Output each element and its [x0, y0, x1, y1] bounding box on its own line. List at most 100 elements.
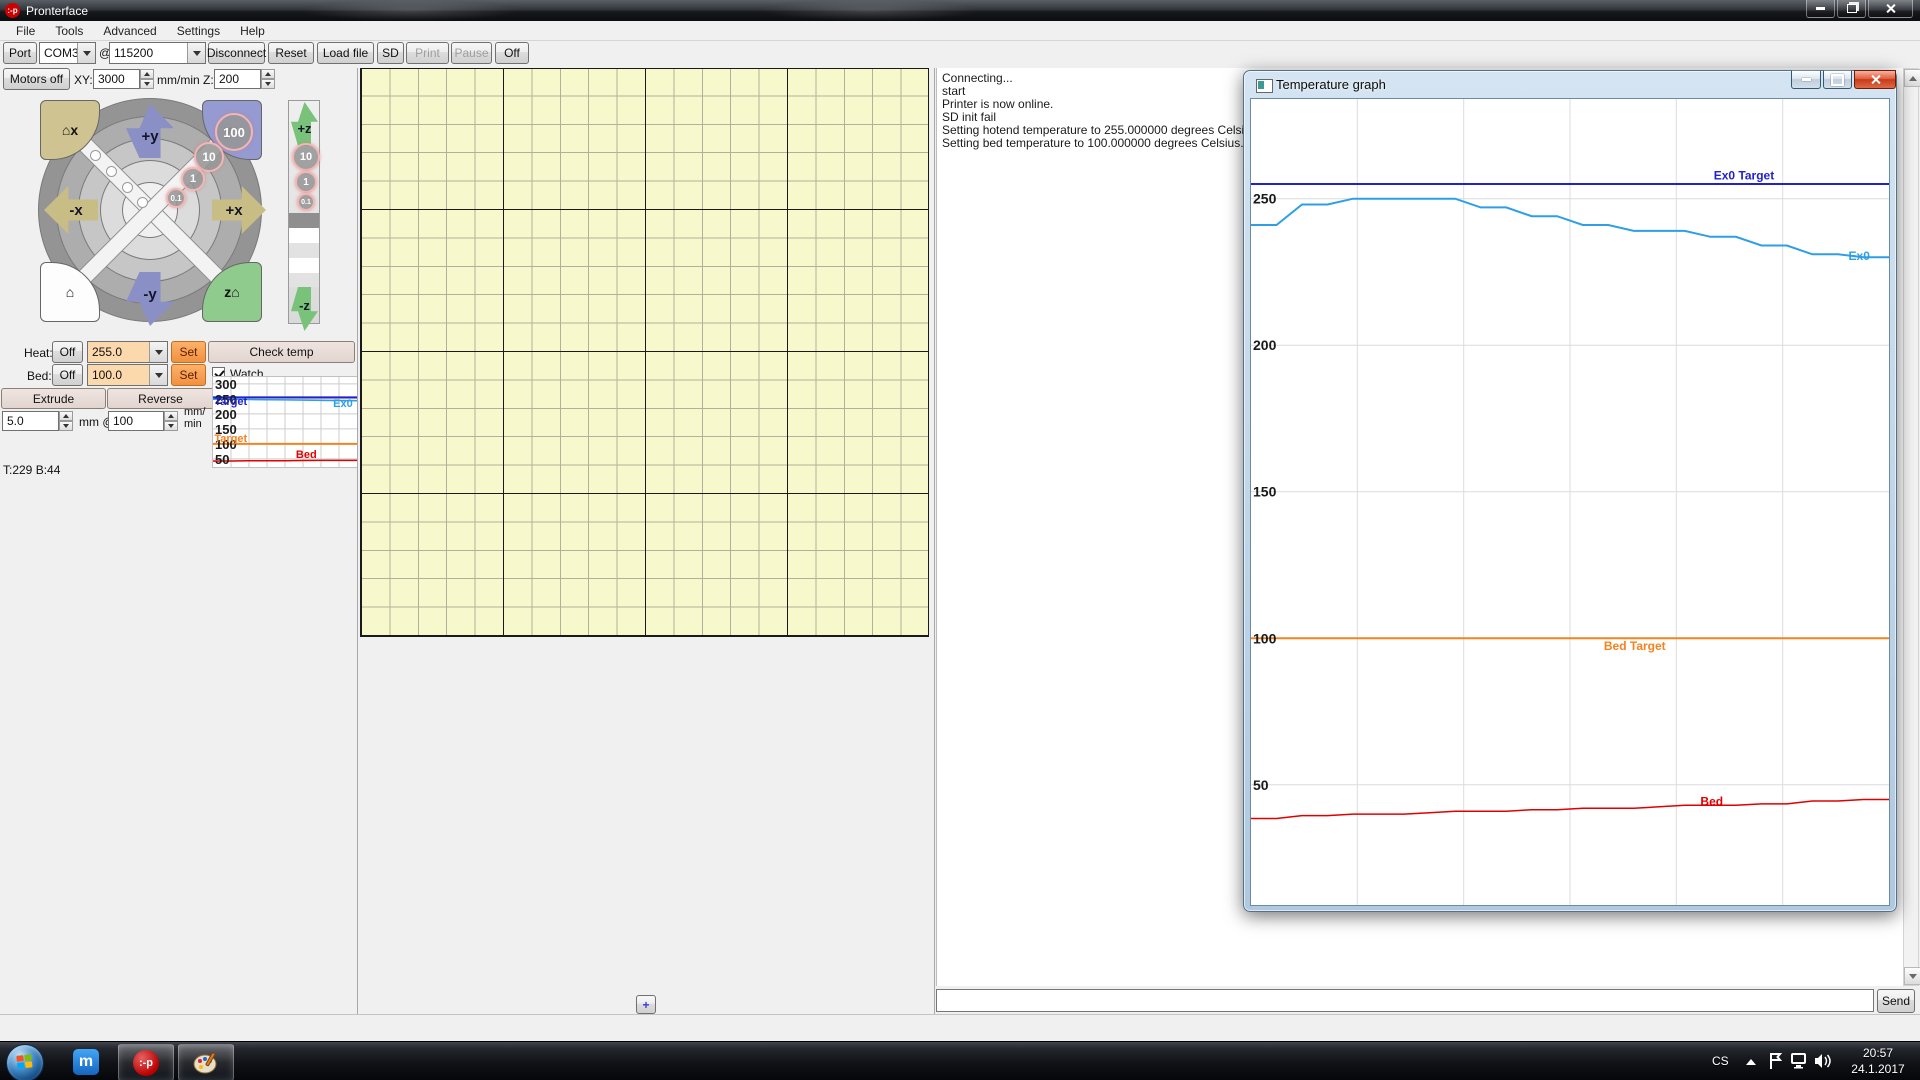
close-icon	[1870, 74, 1881, 85]
show-hidden-icons-icon[interactable]	[1746, 1059, 1756, 1065]
language-indicator[interactable]: CS	[1712, 1054, 1729, 1068]
menu-help[interactable]: Help	[230, 22, 275, 40]
graph-close-button[interactable]	[1854, 70, 1896, 89]
taskbar-paint-button[interactable]	[178, 1044, 234, 1080]
pause-button: Pause	[451, 42, 492, 64]
z-step-01[interactable]: 0.1	[297, 193, 315, 211]
reset-button[interactable]: Reset	[268, 42, 314, 64]
z-step-row[interactable]	[289, 228, 319, 243]
network-icon[interactable]	[1790, 1053, 1810, 1069]
heat-temp-select[interactable]: 255.0	[87, 341, 168, 363]
window-titlebar[interactable]: :-p Pronterface	[0, 0, 1920, 21]
z-feedrate-input[interactable]: 200	[214, 69, 261, 89]
gcode-command-input[interactable]	[936, 989, 1874, 1012]
svg-text:Target: Target	[214, 433, 247, 445]
mini-temperature-chart: 30025020015010050TargetEx0TargetBed	[212, 376, 358, 468]
heat-off-button[interactable]: Off	[52, 341, 83, 363]
z-step-row[interactable]	[289, 213, 319, 228]
taskbar-pronterface-button[interactable]: :-p	[118, 1044, 174, 1080]
taskbar: m :-p CS 20:57 24.1.2017	[0, 1041, 1920, 1080]
svg-text:Bed: Bed	[296, 449, 317, 461]
jog-plus-z-button[interactable]: +z	[291, 102, 318, 146]
temperature-chart: 25020015010050Ex0 TargetEx0Bed TargetBed	[1250, 98, 1890, 906]
bed-off-button[interactable]: Off	[52, 364, 83, 386]
z-feedrate-stepper[interactable]	[261, 69, 275, 89]
restore-button[interactable]	[1837, 0, 1866, 18]
motors-off-button[interactable]: Motors off	[3, 68, 70, 90]
baud-select[interactable]: 115200	[109, 42, 206, 64]
load-file-button[interactable]: Load file	[317, 42, 374, 64]
z-step-row[interactable]	[289, 258, 319, 273]
panel-separator	[934, 68, 935, 1014]
clock[interactable]: 20:57 24.1.2017	[1842, 1045, 1914, 1078]
panel-separator	[357, 68, 358, 1014]
svg-text:200: 200	[215, 407, 237, 422]
graph-maximize-button[interactable]	[1823, 70, 1852, 89]
jog-minus-z-button[interactable]: -z	[291, 287, 318, 331]
temperature-readout: T:229 B:44	[3, 463, 60, 477]
print-button: Print	[406, 42, 449, 64]
svg-text:50: 50	[215, 452, 229, 467]
jog-step-100[interactable]: 100	[215, 113, 253, 151]
heat-set-button[interactable]: Set	[171, 341, 206, 363]
z-step-row[interactable]	[289, 273, 319, 287]
action-center-flag-icon[interactable]	[1768, 1052, 1784, 1070]
scroll-up-icon[interactable]	[1904, 69, 1920, 87]
z-step-1[interactable]: 1	[295, 171, 317, 193]
z-jog-column: +z 10 1 0.1 -z	[288, 100, 320, 324]
extrude-length-input[interactable]: 5.0	[2, 411, 59, 431]
speaker-icon[interactable]	[1814, 1053, 1832, 1069]
temperature-graph-window[interactable]: Temperature graph 25020015010050Ex0 Targ…	[1243, 70, 1897, 912]
home-icon: ⌂	[66, 284, 74, 300]
disconnect-button[interactable]: Disconnect	[208, 42, 265, 64]
titlebar-glass-highlight	[300, 0, 520, 21]
z-step-10[interactable]: 10	[292, 143, 320, 171]
bed-set-button[interactable]: Set	[171, 364, 206, 386]
svg-text:200: 200	[1253, 337, 1277, 353]
z-step-row[interactable]	[289, 243, 319, 258]
scroll-down-icon[interactable]	[1904, 967, 1920, 985]
maxthon-icon: m	[73, 1049, 99, 1075]
extrude-length-stepper[interactable]	[59, 411, 73, 431]
menu-tools[interactable]: Tools	[45, 22, 93, 40]
send-button[interactable]: Send	[1877, 989, 1915, 1013]
menu-advanced[interactable]: Advanced	[93, 22, 166, 40]
xy-feed-label: XY:	[74, 73, 93, 87]
svg-text:50: 50	[1253, 777, 1269, 793]
port-select[interactable]: COM3	[39, 42, 96, 64]
start-button[interactable]	[6, 1044, 44, 1080]
menu-file[interactable]: File	[6, 22, 45, 40]
xy-feedrate-stepper[interactable]	[140, 69, 154, 89]
heat-label: Heat:	[24, 346, 53, 360]
bed-temp-select[interactable]: 100.0	[87, 364, 168, 386]
taskbar-maxthon-button[interactable]: m	[60, 1044, 112, 1079]
minimize-icon	[1802, 78, 1811, 81]
extrude-speed-stepper[interactable]	[164, 411, 178, 431]
sd-button[interactable]: SD	[377, 42, 404, 64]
dropdown-arrow-icon[interactable]	[149, 365, 167, 385]
extrude-speed-input[interactable]: 100	[108, 411, 164, 431]
check-temp-button[interactable]: Check temp	[208, 341, 355, 363]
close-button[interactable]	[1868, 0, 1913, 18]
home-icon: ⌂	[62, 122, 70, 138]
minimize-button[interactable]	[1806, 0, 1835, 18]
menu-settings[interactable]: Settings	[167, 22, 230, 40]
extrude-button[interactable]: Extrude	[1, 388, 106, 409]
dropdown-arrow-icon[interactable]	[77, 43, 95, 63]
unit-mm-label: mm/	[184, 406, 205, 418]
xy-feedrate-input[interactable]: 3000	[93, 69, 140, 89]
dropdown-arrow-icon[interactable]	[187, 43, 205, 63]
expand-view-button[interactable]: +	[636, 995, 656, 1014]
port-button[interactable]: Port	[3, 42, 37, 64]
maximize-icon	[1831, 74, 1844, 86]
dropdown-arrow-icon[interactable]	[149, 342, 167, 362]
off-button[interactable]: Off	[495, 42, 529, 64]
graph-minimize-button[interactable]	[1791, 70, 1821, 89]
jog-step-1[interactable]: 1	[181, 167, 205, 191]
jog-step-01[interactable]: 0.1	[166, 188, 186, 208]
close-icon	[1885, 3, 1896, 14]
svg-text:Ex0 Target: Ex0 Target	[1714, 169, 1774, 183]
build-plate-view[interactable]	[360, 68, 929, 637]
graph-window-title: Temperature graph	[1276, 77, 1386, 92]
log-scrollbar[interactable]	[1903, 68, 1919, 986]
